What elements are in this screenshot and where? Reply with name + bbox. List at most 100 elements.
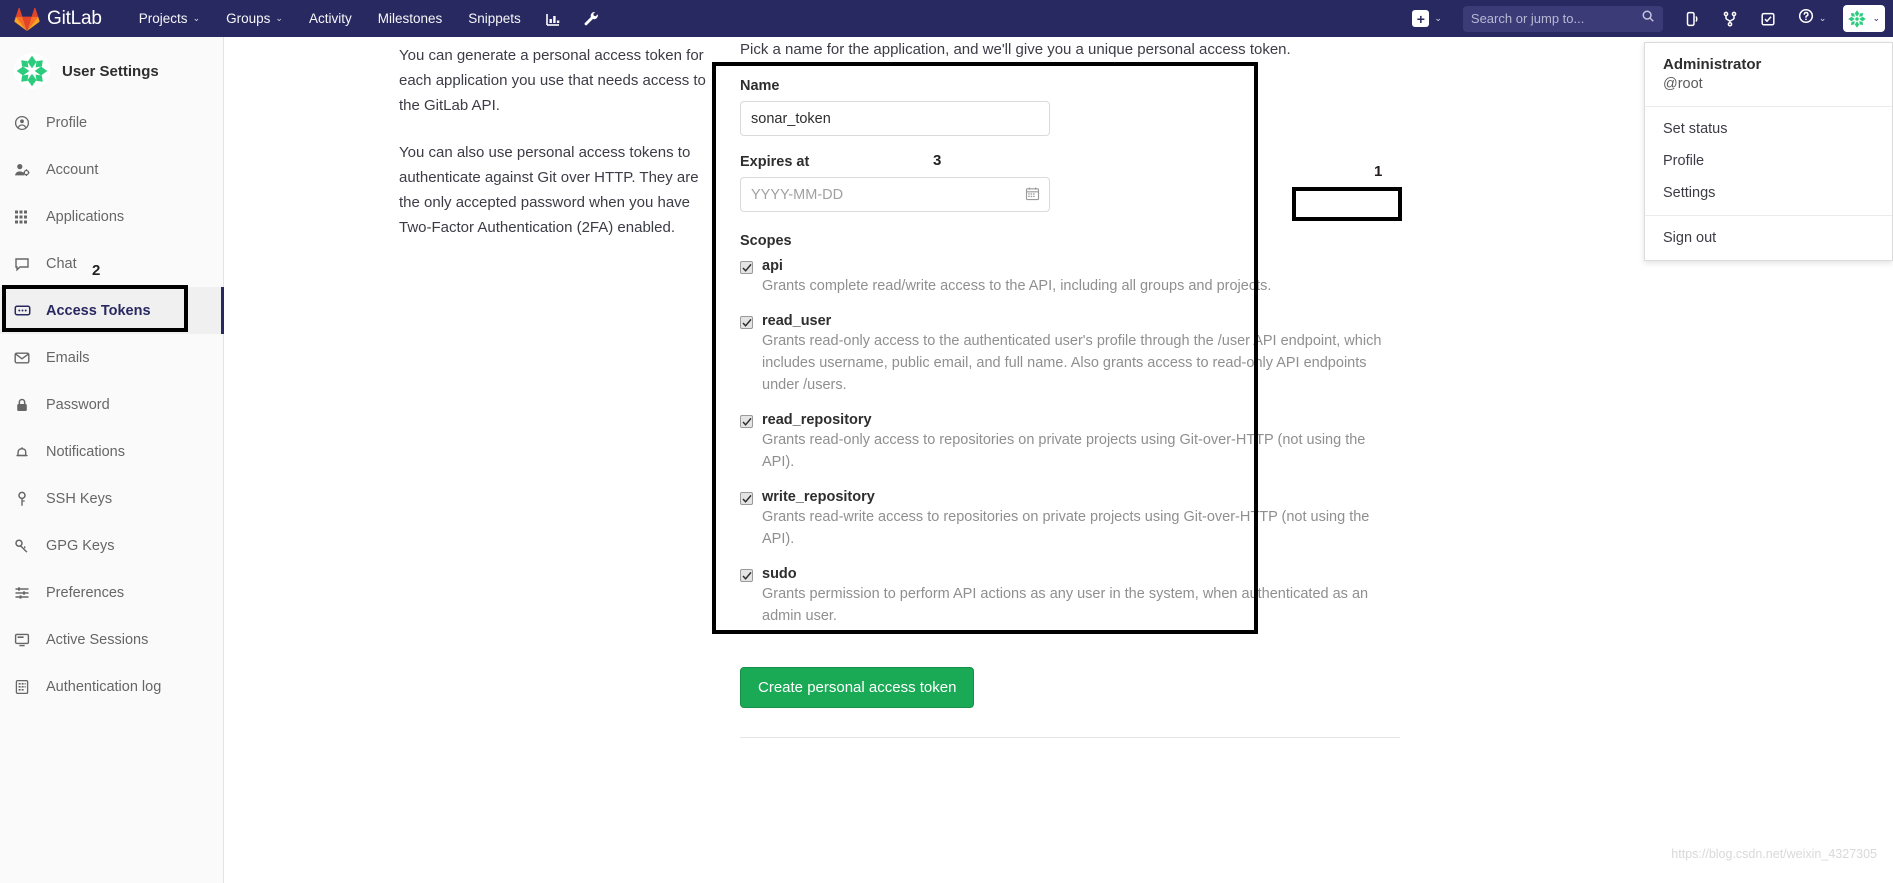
scope-api: api Grants complete read/write access to… [740, 258, 1400, 297]
scope-name: read_user [762, 313, 832, 329]
menu-item-profile[interactable]: Profile [1645, 145, 1892, 177]
expires-at-label: Expires at [740, 154, 810, 170]
sidebar-item-ssh-keys[interactable]: SSH Keys [0, 475, 223, 522]
sidebar-item-label: Applications [46, 208, 125, 225]
sliders-icon [14, 585, 36, 601]
nav-item-milestones[interactable]: Milestones [365, 0, 456, 37]
sidebar-item-chat[interactable]: Chat [0, 240, 223, 287]
chevron-down-icon: ⌄ [192, 13, 201, 23]
sidebar-item-authentication-log[interactable]: Authentication log [0, 663, 223, 710]
annotation-number-2: 2 [92, 262, 101, 279]
bell-icon [14, 444, 36, 460]
scope-checkbox[interactable] [740, 316, 753, 329]
analytics-icon[interactable] [534, 0, 572, 37]
nav-item-activity-label: Activity [308, 11, 352, 26]
avatar [1846, 7, 1869, 30]
help-button[interactable]: ⌄ [1787, 0, 1838, 37]
scope-checkbox[interactable] [740, 569, 753, 582]
scope-name: sudo [762, 566, 797, 582]
section-divider [740, 737, 1400, 738]
scope-checkbox[interactable] [740, 492, 753, 505]
user-dropdown-menu: Administrator @root Set status Profile S… [1644, 42, 1893, 261]
scope-checkbox[interactable] [740, 415, 753, 428]
scope-name: write_repository [762, 489, 875, 505]
scope-name: api [762, 258, 783, 274]
user-menu-button[interactable]: ⌄ [1843, 5, 1885, 32]
top-navbar: GitLab Projects ⌄ Groups ⌄ Activity Mile… [0, 0, 1893, 37]
wrench-icon[interactable] [572, 0, 610, 37]
expires-field-group: Expires at [740, 154, 1400, 212]
sidebar-item-label: Profile [46, 114, 88, 131]
nav-item-activity[interactable]: Activity [296, 0, 365, 37]
menu-item-set-status[interactable]: Set status [1645, 113, 1892, 145]
nav-item-snippets[interactable]: Snippets [455, 0, 534, 37]
user-dropdown-header[interactable]: Administrator @root [1645, 43, 1892, 107]
monitor-icon [14, 632, 36, 648]
scope-sudo: sudo Grants permission to perform API ac… [740, 566, 1400, 627]
sidebar-item-access-tokens[interactable]: Access Tokens [0, 287, 224, 334]
name-field-group: Name [740, 78, 1400, 136]
sidebar-item-preferences[interactable]: Preferences [0, 569, 223, 616]
name-label: Name [740, 78, 780, 94]
avatar [14, 53, 50, 89]
sidebar-item-emails[interactable]: Emails [0, 334, 223, 381]
menu-item-sign-out[interactable]: Sign out [1645, 222, 1892, 254]
sidebar-item-label: Authentication log [46, 678, 162, 695]
sidebar-item-label: Emails [46, 349, 90, 366]
intro-column: You can generate a personal access token… [399, 43, 717, 262]
scope-write-repository: write_repository Grants read-write acces… [740, 489, 1400, 550]
chevron-down-icon: ⌄ [275, 13, 283, 23]
search-icon [1641, 9, 1655, 28]
search-input[interactable]: Search or jump to... [1462, 5, 1663, 32]
new-item-button[interactable]: + ⌄ [1401, 0, 1453, 37]
intro-paragraph-1: You can generate a personal access token… [399, 47, 706, 114]
menu-item-settings[interactable]: Settings [1645, 177, 1892, 209]
sidebar-item-applications[interactable]: Applications [0, 193, 223, 240]
name-input[interactable] [740, 101, 1050, 136]
nav-item-projects[interactable]: Projects ⌄ [126, 0, 213, 37]
navbar-right: + ⌄ Search or jump to... ⌄ ⌄ [1401, 0, 1893, 37]
sidebar-item-label: SSH Keys [46, 490, 113, 507]
lock-icon [14, 397, 36, 413]
sidebar-item-password[interactable]: Password [0, 381, 223, 428]
nav-item-milestones-label: Milestones [377, 11, 443, 26]
brand-link[interactable]: GitLab [0, 7, 112, 31]
nav-item-snippets-label: Snippets [468, 11, 521, 26]
form-lead-text: Pick a name for the application, and we'… [740, 41, 1291, 58]
account-icon [14, 162, 36, 178]
scopes-label: Scopes [740, 233, 792, 249]
todos-icon[interactable] [1749, 0, 1787, 37]
user-circle-icon [14, 115, 36, 131]
help-icon [1798, 8, 1814, 29]
scope-checkbox[interactable] [740, 261, 753, 274]
sidebar-item-label: Access Tokens [46, 302, 151, 319]
create-personal-access-token-button[interactable]: Create personal access token [740, 667, 975, 708]
user-display-name: Administrator [1663, 56, 1762, 73]
nav-item-groups-label: Groups [226, 11, 271, 26]
sidebar-item-gpg-keys[interactable]: GPG Keys [0, 522, 223, 569]
sidebar-item-notifications[interactable]: Notifications [0, 428, 223, 475]
annotation-number-3: 3 [933, 152, 942, 169]
watermark-text: https://blog.csdn.net/weixin_4327305 [1671, 847, 1877, 861]
merge-requests-icon[interactable] [1711, 0, 1749, 37]
sidebar-item-label: Preferences [46, 584, 125, 601]
sidebar-item-account[interactable]: Account [0, 146, 223, 193]
sidebar-item-label: Notifications [46, 443, 125, 460]
sidebar-item-active-sessions[interactable]: Active Sessions [0, 616, 223, 663]
issues-icon[interactable] [1673, 0, 1711, 37]
nav-item-groups[interactable]: Groups ⌄ [213, 0, 296, 37]
scope-read-user: read_user Grants read-only access to the… [740, 313, 1400, 396]
token-icon [14, 302, 36, 319]
sidebar-item-label: Account [46, 161, 99, 178]
scope-name: read_repository [762, 412, 872, 428]
chevron-down-icon: ⌄ [1434, 13, 1442, 23]
scope-description: Grants permission to perform API actions… [762, 586, 1369, 624]
plus-icon: + [1412, 10, 1430, 27]
user-dropdown-items: Set status Profile Settings [1645, 107, 1892, 216]
intro-paragraph-2: You can also use personal access tokens … [399, 144, 699, 236]
expires-at-input[interactable] [740, 177, 1050, 212]
annotation-number-1: 1 [1374, 163, 1383, 180]
main-content: You can generate a personal access token… [224, 37, 1893, 883]
sidebar-item-profile[interactable]: Profile [0, 99, 223, 146]
user-dropdown-footer: Sign out [1645, 216, 1892, 260]
